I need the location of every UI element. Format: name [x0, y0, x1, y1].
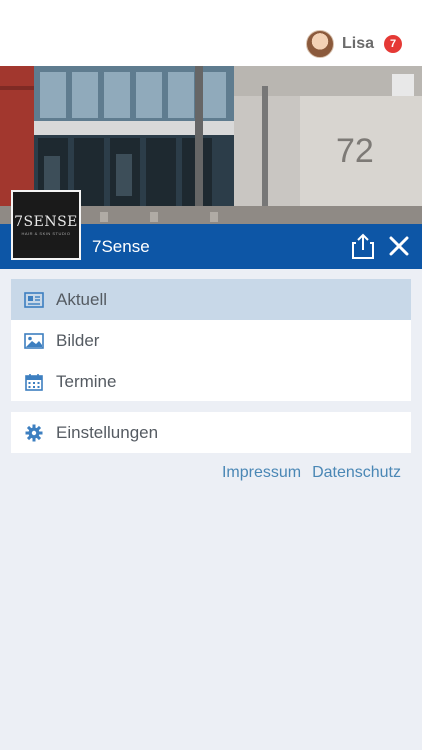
menu-item-einstellungen[interactable]: Einstellungen	[11, 412, 411, 453]
close-icon[interactable]	[389, 236, 409, 256]
share-icon[interactable]	[352, 233, 374, 259]
user-name[interactable]: Lisa	[342, 35, 374, 53]
datenschutz-link[interactable]: Datenschutz	[312, 464, 401, 482]
user-profile[interactable]: Lisa 7	[305, 30, 402, 58]
logo-subtext: HAIR & SKIN STUDIO	[21, 231, 71, 236]
logo-text: 7SENSE	[14, 214, 78, 230]
close-button[interactable]	[385, 232, 413, 260]
menu-item-label: Bilder	[56, 330, 100, 350]
footer-links: Impressum Datenschutz	[222, 464, 401, 482]
share-button[interactable]	[350, 231, 376, 261]
menu-item-aktuell[interactable]: Aktuell	[11, 279, 411, 320]
brand-logo: 7SENSE HAIR & SKIN STUDIO	[11, 190, 81, 260]
menu-item-bilder[interactable]: Bilder	[11, 320, 411, 361]
main-menu: Aktuell Bilder Termine	[11, 279, 411, 401]
menu-item-termine[interactable]: Termine	[11, 361, 411, 402]
menu-item-label: Aktuell	[56, 289, 108, 309]
svg-text:72: 72	[336, 132, 374, 170]
settings-menu: Einstellungen	[11, 412, 411, 453]
calendar-icon	[24, 372, 44, 392]
menu-item-label: Einstellungen	[56, 422, 159, 442]
gear-icon	[24, 423, 44, 443]
menu-item-label: Termine	[56, 371, 117, 391]
notification-badge[interactable]: 7	[384, 35, 402, 53]
image-icon	[24, 331, 44, 351]
page-title: 7Sense	[92, 237, 150, 256]
newspaper-icon	[24, 290, 44, 310]
user-avatar[interactable]	[305, 30, 334, 58]
top-bar: Lisa 7	[0, 0, 422, 66]
impressum-link[interactable]: Impressum	[222, 464, 301, 482]
